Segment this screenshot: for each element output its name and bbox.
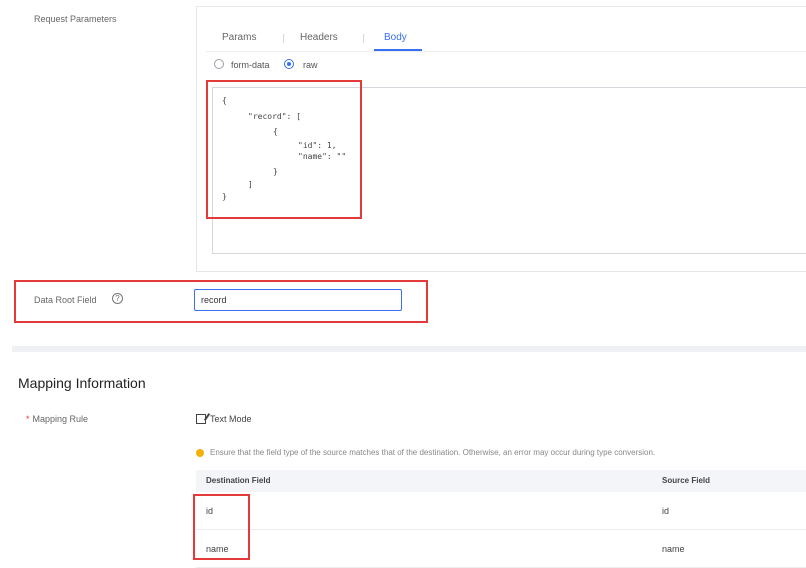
active-tab-indicator [374, 49, 422, 51]
source-cell: name [662, 544, 685, 554]
required-marker: * [26, 414, 30, 424]
tab-body[interactable]: Body [384, 32, 407, 43]
source-cell: id [662, 506, 670, 516]
table-header: Destination Field Source Field [196, 470, 806, 492]
tab-separator [363, 34, 364, 43]
request-parameters-label: Request Parameters [34, 14, 117, 24]
warning-icon [196, 449, 204, 457]
highlight-box-destination-fields [193, 494, 250, 560]
tab-headers[interactable]: Headers [300, 32, 338, 43]
raw-radio[interactable] [284, 59, 294, 69]
mapping-rule-label: * Mapping Rule [26, 414, 88, 424]
text-mode-label: Text Mode [210, 414, 252, 424]
highlight-box-body [206, 80, 362, 219]
mapping-table: Destination Field Source Field id id nam… [196, 470, 806, 568]
tab-separator [283, 34, 284, 43]
section-divider [12, 346, 806, 352]
tabs-divider [206, 51, 806, 52]
edit-icon [196, 414, 206, 424]
highlight-box-data-root [14, 280, 428, 323]
text-mode-button[interactable]: Text Mode [196, 414, 252, 424]
column-header-source: Source Field [662, 476, 711, 485]
column-header-destination: Destination Field [206, 476, 271, 485]
tab-params[interactable]: Params [222, 32, 256, 43]
mapping-rule-text: Mapping Rule [32, 414, 89, 424]
table-row[interactable]: name name [196, 530, 806, 568]
warning-message: Ensure that the field type of the source… [210, 448, 656, 457]
table-row[interactable]: id id [196, 492, 806, 530]
mapping-section-title: Mapping Information [18, 375, 146, 391]
form-data-label: form-data [231, 60, 270, 70]
raw-label: raw [303, 60, 318, 70]
form-data-radio[interactable] [214, 59, 224, 69]
